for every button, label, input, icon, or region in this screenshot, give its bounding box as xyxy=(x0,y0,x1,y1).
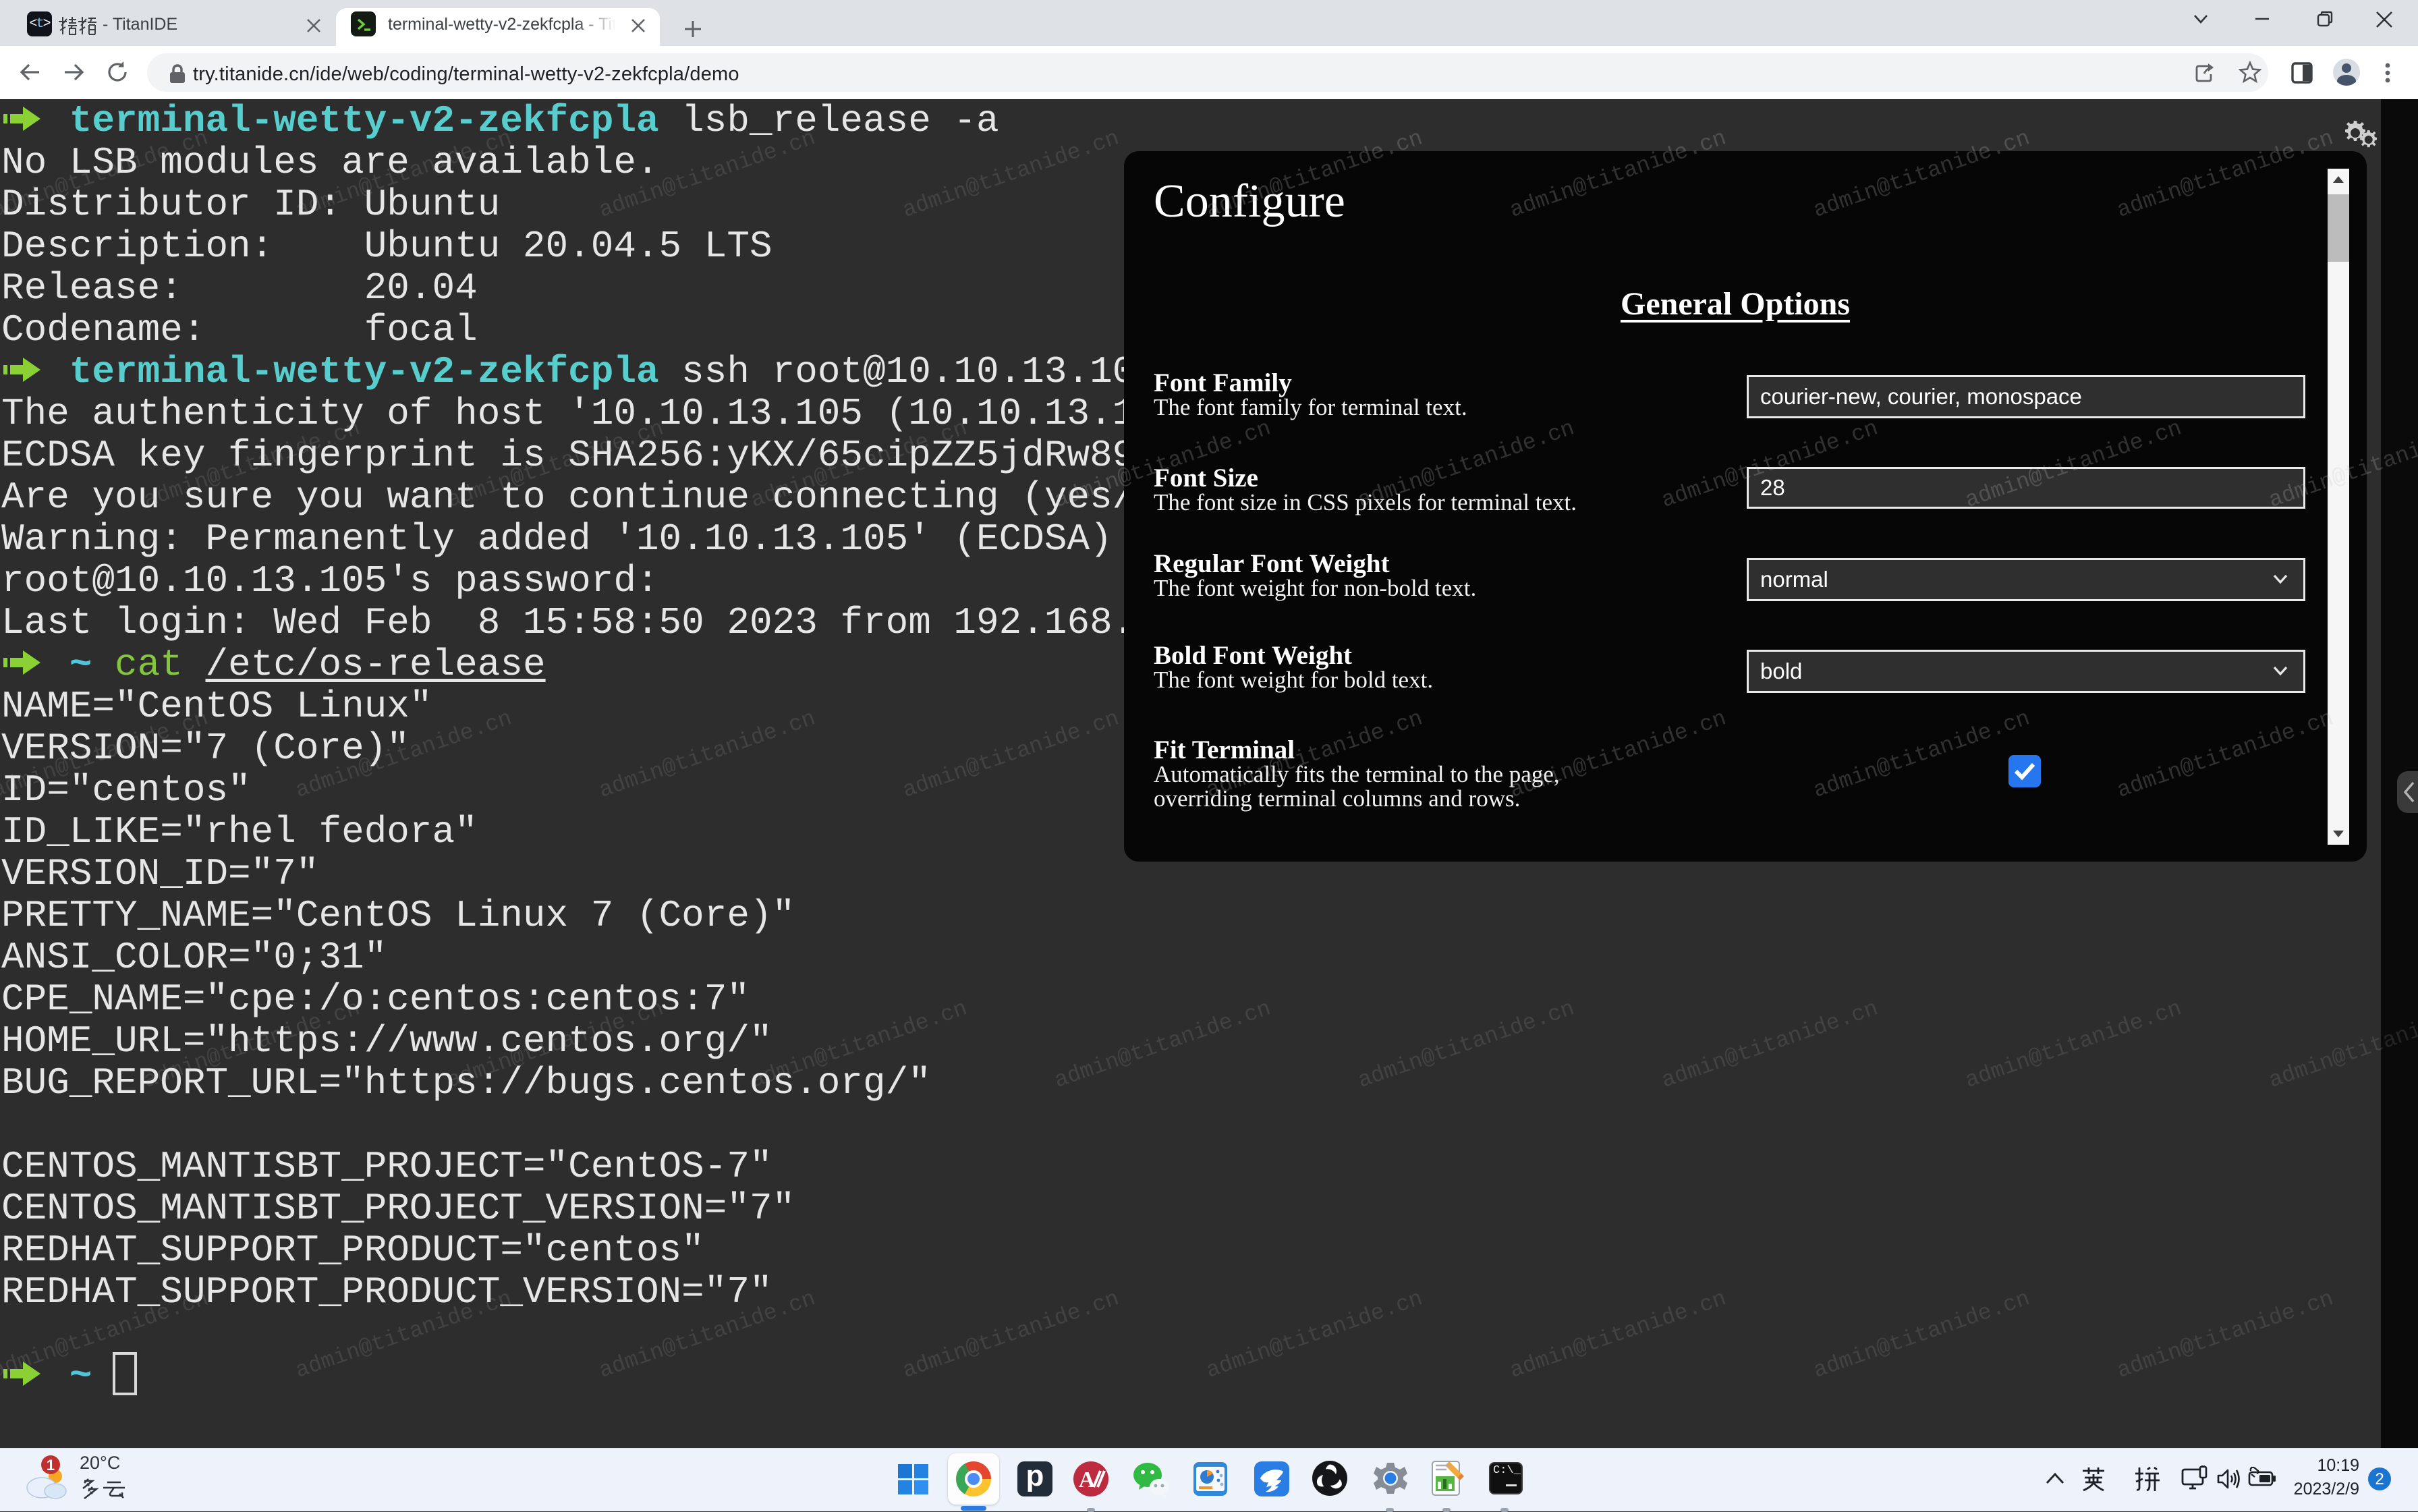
svg-text:A: A xyxy=(1079,1467,1096,1492)
svg-text:1: 1 xyxy=(47,1457,55,1474)
